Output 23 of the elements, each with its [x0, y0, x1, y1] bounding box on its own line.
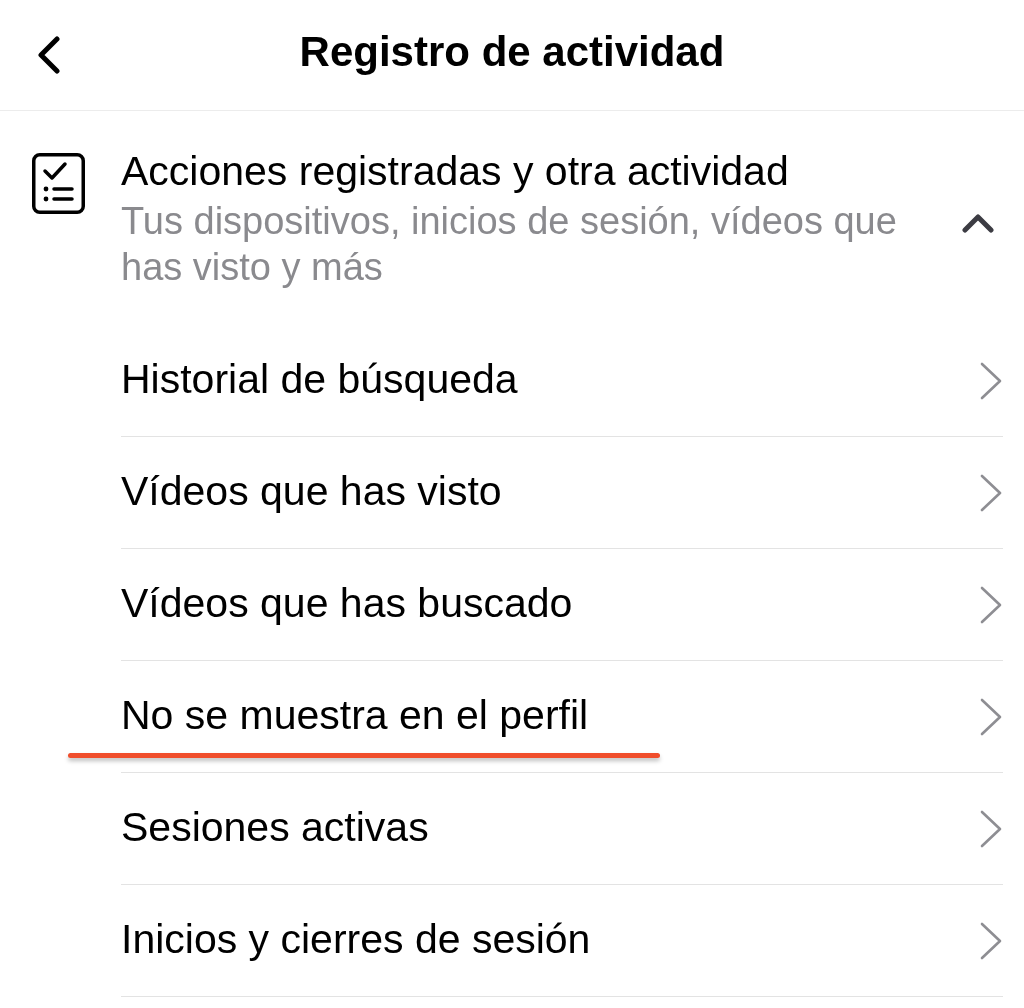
screen-title: Registro de actividad — [299, 31, 725, 77]
chevron-right-icon — [979, 585, 1003, 624]
menu-item[interactable]: Inicios y cierres de sesión — [121, 885, 1003, 997]
menu-item-label: Historial de búsqueda — [121, 359, 518, 402]
chevron-right-icon — [979, 809, 1003, 848]
menu-item[interactable]: Sesiones activas — [121, 773, 1003, 885]
menu-item-label: Vídeos que has visto — [121, 471, 502, 514]
chevron-right-icon — [979, 473, 1003, 512]
chevron-right-icon — [979, 921, 1003, 960]
section-subtitle: Tus dispositivos, inicios de sesión, vídeos que has visto y más — [121, 199, 898, 290]
menu-item[interactable]: Historial de búsqueda — [121, 325, 1003, 437]
menu-item-label: No se muestra en el perfil — [121, 695, 589, 738]
menu-item[interactable]: Vídeos que has visto — [121, 437, 1003, 549]
checklist-icon — [32, 153, 85, 214]
section-title: Acciones registradas y otra actividad — [121, 147, 790, 195]
section-header[interactable]: Acciones registradas y otra actividad Tus dispositivos, inicios de sesión, vídeos que has visto y más — [0, 111, 1024, 325]
chevron-right-icon — [979, 361, 1003, 400]
menu-item-label: Sesiones activas — [121, 807, 429, 850]
menu-item-label: Inicios y cierres de sesión — [121, 919, 591, 962]
menu-item-label: Vídeos que has buscado — [121, 583, 573, 626]
chevron-right-icon — [979, 697, 1003, 736]
menu-item[interactable]: Vídeos que has buscado — [121, 549, 1003, 661]
back-chevron-icon — [35, 36, 61, 74]
